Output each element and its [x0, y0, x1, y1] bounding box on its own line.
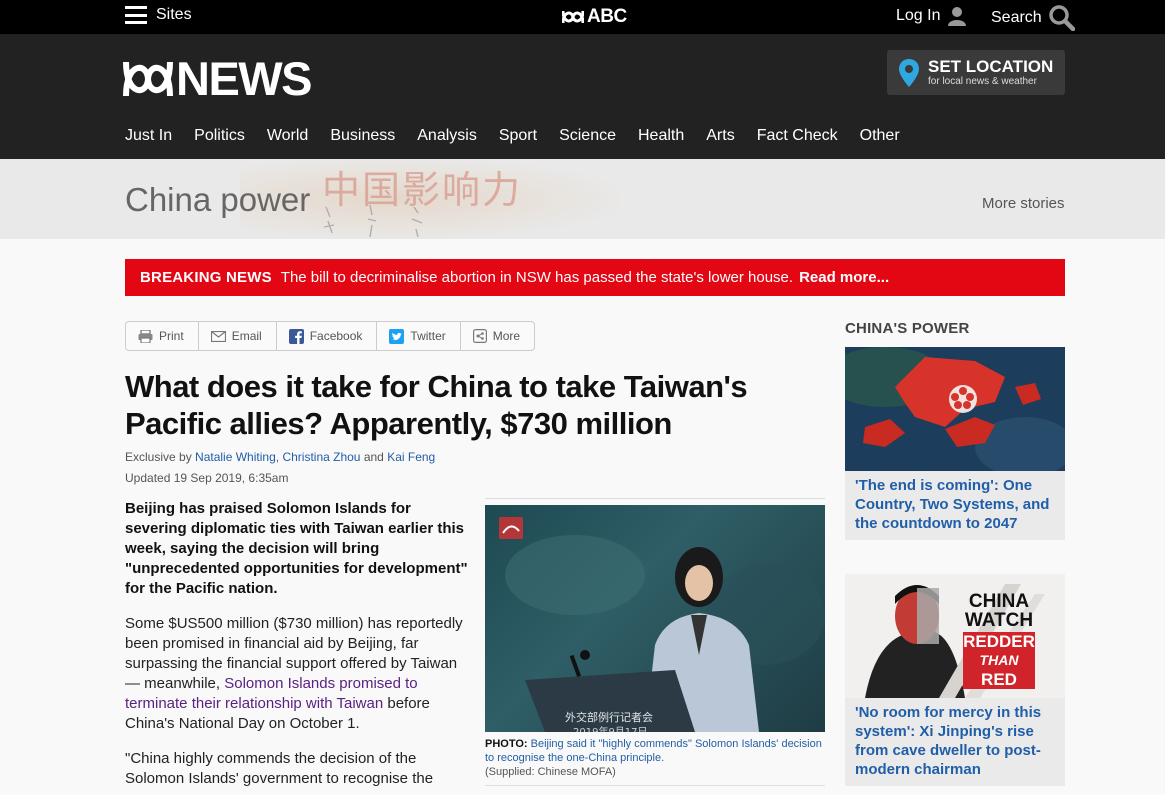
- sidebar-story-title-2[interactable]: 'No room for mercy in this system': Xi J…: [845, 698, 1065, 786]
- nav-world[interactable]: World: [267, 127, 309, 145]
- red-line: RED: [963, 670, 1035, 689]
- article-paragraph-2: "China highly commends the decision of t…: [125, 750, 434, 787]
- nav-analysis[interactable]: Analysis: [417, 127, 477, 145]
- abc-home-link[interactable]: ABC: [562, 6, 627, 28]
- more-label: More: [492, 329, 521, 343]
- main-nav: Just In Politics World Business Analysis…: [125, 127, 922, 145]
- nav-politics[interactable]: Politics: [194, 127, 245, 145]
- china-watch-image: CHINA WATCH REDDER THAN RED: [845, 574, 1065, 698]
- news-wordmark: NEWS: [176, 52, 313, 105]
- breaking-read-more-link[interactable]: Read more...: [799, 269, 889, 286]
- photo-overlay-date: 2019年9月17日: [573, 723, 648, 732]
- sites-label: Sites: [156, 6, 192, 23]
- article-byline: Exclusive by Natalie Whiting, Christina …: [125, 450, 435, 464]
- envelope-icon: [210, 330, 226, 342]
- set-location-button[interactable]: SET LOCATION for local news & weather: [887, 50, 1065, 95]
- hong-kong-map-image: [845, 347, 1065, 471]
- photo-caption: PHOTO: Beijing said it "highly commends"…: [485, 737, 825, 779]
- set-location-subtitle: for local news & weather: [928, 75, 1037, 87]
- share-more-icon: [472, 329, 487, 343]
- china-watch-line2: WATCH: [964, 610, 1034, 631]
- search-icon: [1048, 5, 1075, 31]
- than-line: THAN: [963, 651, 1035, 670]
- china-watch-overlay: CHINA WATCH REDDER THAN RED: [963, 592, 1035, 689]
- figure-divider: [485, 785, 825, 786]
- article-lead: Beijing has praised Solomon Islands for …: [125, 500, 468, 597]
- sidebar-story-title[interactable]: 'The end is coming': One Country, Two Sy…: [845, 471, 1065, 540]
- byline-prefix: Exclusive by: [125, 450, 192, 464]
- email-label: Email: [231, 329, 262, 343]
- sidebar-story-card-2[interactable]: CHINA WATCH REDDER THAN RED 'No room for…: [845, 574, 1065, 786]
- caption-link[interactable]: Beijing said it "highly commends" Solomo…: [485, 738, 822, 764]
- article-headline: What does it take for China to take Taiw…: [125, 369, 748, 441]
- search-button[interactable]: Search: [991, 5, 1075, 31]
- nav-fact-check[interactable]: Fact Check: [757, 127, 838, 145]
- printer-icon: [138, 329, 153, 343]
- breaking-news-label: BREAKING NEWS: [140, 269, 272, 286]
- print-label: Print: [159, 329, 184, 343]
- more-share-button[interactable]: More: [461, 322, 534, 350]
- twitter-icon: [389, 328, 405, 344]
- article-figure: 外交部例行记者会 2019年9月17日 PHOTO: Beijing said …: [485, 498, 825, 779]
- nav-health[interactable]: Health: [638, 127, 684, 145]
- set-location-title: SET LOCATION: [928, 56, 1054, 76]
- article-paragraph: Some $US500 million ($730 million) has r…: [125, 614, 470, 734]
- twitter-label: Twitter: [410, 329, 446, 343]
- abc-logo-icon: [562, 10, 584, 24]
- abc-label: ABC: [587, 6, 627, 27]
- twitter-share-button[interactable]: Twitter: [377, 322, 461, 350]
- section-banner: 中国影响力 China power More stories: [0, 159, 1165, 239]
- sidebar-story-card[interactable]: 'The end is coming': One Country, Two Sy…: [845, 347, 1065, 540]
- nav-sport[interactable]: Sport: [499, 127, 537, 145]
- search-label: Search: [991, 9, 1042, 26]
- author-link-natalie-whiting[interactable]: Natalie Whiting: [195, 450, 276, 464]
- login-label: Log In: [896, 7, 941, 24]
- print-button[interactable]: Print: [126, 322, 199, 350]
- abc-news-logo[interactable]: NEWS: [123, 52, 313, 105]
- calligraphy-decoration: [323, 204, 423, 238]
- facebook-share-button[interactable]: Facebook: [277, 322, 378, 350]
- byline-and: and: [363, 450, 384, 464]
- article-photo[interactable]: 外交部例行记者会 2019年9月17日: [485, 505, 825, 732]
- caption-source: (Supplied: Chinese MOFA): [485, 766, 616, 778]
- user-icon: [948, 7, 967, 26]
- byline-separator: ,: [275, 450, 280, 464]
- hamburger-icon: [125, 6, 147, 24]
- author-link-kai-feng[interactable]: Kai Feng: [387, 450, 435, 464]
- nav-arts[interactable]: Arts: [706, 127, 734, 145]
- sites-menu-button[interactable]: Sites: [125, 6, 192, 24]
- facebook-label: Facebook: [309, 329, 363, 343]
- press-conference-illustration: [499, 517, 825, 732]
- abc-news-logo-icon: [123, 61, 173, 97]
- article-updated-timestamp: Updated 19 Sep 2019, 6:35am: [125, 471, 289, 485]
- breaking-news-text: The bill to decriminalise abortion in NS…: [280, 269, 794, 286]
- redder-line: REDDER: [963, 632, 1035, 651]
- location-pin-icon: [899, 58, 919, 87]
- more-stories-link[interactable]: More stories: [982, 195, 1065, 212]
- news-header: NEWS SET LOCATION for local news & weath…: [0, 34, 1165, 159]
- top-bar: Sites ABC Log In Search: [0, 0, 1165, 34]
- facebook-icon: [288, 328, 304, 344]
- breaking-news-bar[interactable]: BREAKING NEWS The bill to decriminalise …: [125, 259, 1065, 296]
- caption-label: PHOTO:: [485, 738, 528, 750]
- section-title[interactable]: China power: [125, 181, 310, 219]
- china-watch-line1: CHINA: [968, 591, 1030, 612]
- sidebar-title: CHINA'S POWER: [845, 320, 970, 337]
- author-link-christina-zhou[interactable]: Christina Zhou: [282, 450, 360, 464]
- nav-science[interactable]: Science: [559, 127, 616, 145]
- login-button[interactable]: Log In: [896, 6, 967, 26]
- nav-other[interactable]: Other: [860, 127, 900, 145]
- nav-business[interactable]: Business: [330, 127, 395, 145]
- nav-just-in[interactable]: Just In: [125, 127, 172, 145]
- email-button[interactable]: Email: [199, 322, 277, 350]
- share-toolbar: Print Email Facebook Twitter More: [125, 321, 536, 351]
